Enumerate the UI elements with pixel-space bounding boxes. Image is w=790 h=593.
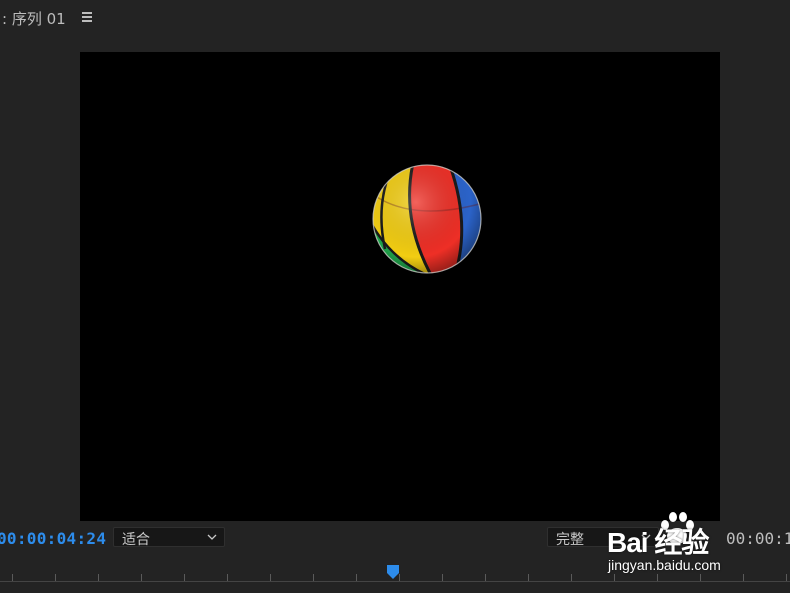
hamburger-icon[interactable] [80, 10, 94, 24]
ruler-tick [356, 574, 357, 581]
playhead-marker[interactable] [386, 564, 400, 580]
ruler-tick [141, 574, 142, 581]
panel-header: : 序列 01 [0, 0, 790, 36]
ruler-tick [442, 574, 443, 581]
ruler-tick [485, 574, 486, 581]
watermark-url: jingyan.baidu.com [608, 557, 721, 573]
ruler-tick [98, 574, 99, 581]
zoom-level-value: 适合 [122, 532, 150, 548]
current-timecode[interactable]: 00:00:04:24 [0, 529, 106, 548]
watermark-logo-text: Bai 经验 [607, 527, 709, 558]
ruler-tick [313, 574, 314, 581]
program-monitor-panel: : 序列 01 00:00:04:24 适合 完整 00:00:1 Bai 经验… [0, 0, 790, 593]
ruler-tick [227, 574, 228, 581]
ruler-baseline [0, 581, 790, 582]
panel-title[interactable]: : 序列 01 [2, 8, 66, 29]
program-viewer[interactable] [80, 52, 720, 521]
playback-resolution-value: 完整 [556, 532, 584, 548]
ruler-tick [184, 574, 185, 581]
chevron-down-icon [207, 534, 217, 540]
zoom-level-select[interactable]: 适合 [113, 527, 225, 548]
ruler-tick [12, 574, 13, 581]
ruler-tick [528, 574, 529, 581]
ruler-tick [55, 574, 56, 581]
baidu-jingyan-watermark: Bai 经验 jingyan.baidu.com [605, 507, 790, 577]
ruler-tick [270, 574, 271, 581]
ruler-tick [571, 574, 572, 581]
basketball-image [372, 164, 482, 274]
